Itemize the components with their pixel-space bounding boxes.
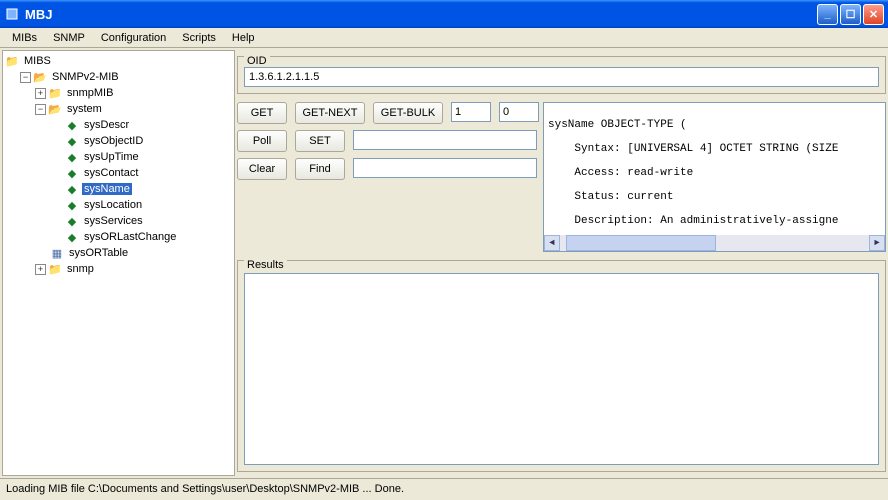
tree-sysortable-node[interactable]: ▦ sysORTable [5,245,232,261]
tree-snmpmib-node[interactable]: + 📁 snmpMIB [5,85,232,101]
minimize-button[interactable]: _ [817,4,838,25]
tree-leaf-sysobjectid[interactable]: ◆ sysObjectID [5,133,232,149]
object-icon: ◆ [65,150,79,164]
tree-mib-label: SNMPv2-MIB [50,71,121,83]
poll-button[interactable]: Poll [237,130,287,152]
tree-leaf-syscontact[interactable]: ◆ sysContact [5,165,232,181]
tree-root[interactable]: 📁 MIBS [5,53,232,69]
detail-line: Syntax: [UNIVERSAL 4] OCTET STRING (SIZE [548,143,881,155]
oid-group-label: OID [244,55,270,67]
table-icon: ▦ [50,246,64,260]
oid-group: OID [237,56,886,94]
find-input[interactable] [353,158,537,178]
horizontal-scrollbar[interactable]: ◄ ► [544,235,885,251]
folder-icon: 📁 [5,54,19,68]
tree-snmp-node[interactable]: + 📁 snmp [5,261,232,277]
object-icon: ◆ [65,118,79,132]
set-value-input[interactable] [353,130,537,150]
tree-mib-node[interactable]: − 📂 SNMPv2-MIB [5,69,232,85]
expand-icon[interactable]: + [35,88,46,99]
menu-mibs[interactable]: MIBs [4,30,45,46]
main-area: 📁 MIBS − 📂 SNMPv2-MIB + 📁 snmpMIB − 📂 sy… [0,48,888,478]
titlebar: MBJ _ ☐ ✕ [0,0,888,28]
operation-buttons: GET GET-NEXT GET-BULK Poll SET Clear Fin… [237,102,537,252]
scroll-left-arrow-icon[interactable]: ◄ [544,235,560,251]
results-textarea[interactable] [244,273,879,465]
detail-line: Status: current [548,191,881,203]
folder-icon: 📁 [48,262,62,276]
getbulk-button[interactable]: GET-BULK [373,102,443,124]
right-pane: OID GET GET-NEXT GET-BULK Poll SET [237,50,886,476]
mib-tree: 📁 MIBS − 📂 SNMPv2-MIB + 📁 snmpMIB − 📂 sy… [3,51,234,279]
scroll-right-arrow-icon[interactable]: ► [869,235,885,251]
window-title: MBJ [25,7,817,22]
set-button[interactable]: SET [295,130,345,152]
object-icon: ◆ [65,134,79,148]
tree-system-node[interactable]: − 📂 system [5,101,232,117]
bulk-nonrep-input[interactable] [451,102,491,122]
detail-line: Description: An administratively-assigne [548,215,881,227]
statusbar: Loading MIB file C:\Documents and Settin… [0,478,888,498]
object-detail-pane[interactable]: sysName OBJECT-TYPE ( Syntax: [UNIVERSAL… [543,102,886,252]
get-button[interactable]: GET [237,102,287,124]
object-icon: ◆ [65,214,79,228]
folder-open-icon: 📂 [33,70,47,84]
collapse-icon[interactable]: − [35,104,46,115]
status-text: Loading MIB file C:\Documents and Settin… [6,483,404,495]
find-button[interactable]: Find [295,158,345,180]
bulk-maxrep-input[interactable] [499,102,539,122]
menubar: MIBs SNMP Configuration Scripts Help [0,28,888,48]
collapse-icon[interactable]: − [20,72,31,83]
tree-leaf-sysdescr[interactable]: ◆ sysDescr [5,117,232,133]
tree-leaf-sysname[interactable]: ◆ sysName [5,181,232,197]
mib-tree-pane[interactable]: 📁 MIBS − 📂 SNMPv2-MIB + 📁 snmpMIB − 📂 sy… [2,50,235,476]
getnext-button[interactable]: GET-NEXT [295,102,365,124]
expand-icon[interactable]: + [35,264,46,275]
detail-line: sysName OBJECT-TYPE ( [548,119,881,131]
maximize-button[interactable]: ☐ [840,4,861,25]
folder-open-icon: 📂 [48,102,62,116]
menu-help[interactable]: Help [224,30,263,46]
detail-line: Access: read-write [548,167,881,179]
oid-input[interactable] [244,67,879,87]
object-icon: ◆ [65,198,79,212]
tree-leaf-syslocation[interactable]: ◆ sysLocation [5,197,232,213]
tree-leaf-sysorlastchange[interactable]: ◆ sysORLastChange [5,229,232,245]
results-group: Results [237,260,886,472]
menu-scripts[interactable]: Scripts [174,30,224,46]
controls-and-detail: GET GET-NEXT GET-BULK Poll SET Clear Fin… [237,102,886,252]
tree-system-label: system [65,103,104,115]
object-icon: ◆ [65,166,79,180]
tree-leaf-sysuptime[interactable]: ◆ sysUpTime [5,149,232,165]
tree-snmpmib-label: snmpMIB [65,87,115,99]
scroll-thumb[interactable] [566,235,716,251]
clear-button[interactable]: Clear [237,158,287,180]
menu-configuration[interactable]: Configuration [93,30,174,46]
results-group-label: Results [244,259,287,271]
window-controls: _ ☐ ✕ [817,4,884,25]
object-icon: ◆ [65,230,79,244]
app-icon [4,6,20,22]
menu-snmp[interactable]: SNMP [45,30,93,46]
tree-leaf-sysservices[interactable]: ◆ sysServices [5,213,232,229]
tree-root-label: MIBS [22,55,53,67]
close-button[interactable]: ✕ [863,4,884,25]
object-icon: ◆ [65,182,79,196]
folder-icon: 📁 [48,86,62,100]
